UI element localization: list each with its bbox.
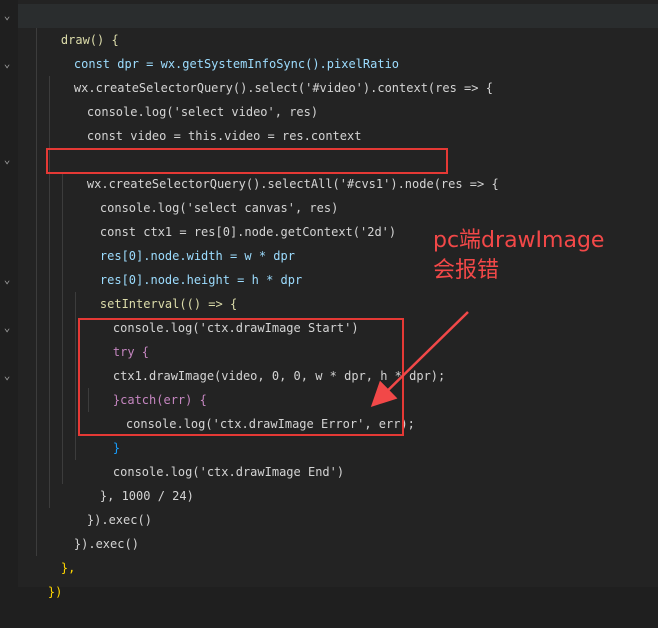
annotation-line-2: 会报错	[433, 258, 500, 283]
code-text: })	[47, 585, 63, 599]
annotation-note: pc端drawImage 会报错	[433, 226, 633, 286]
annotation-arrow	[370, 311, 469, 407]
annotation-line-1: pc端drawImage	[433, 228, 605, 253]
arrow-line	[370, 311, 469, 407]
